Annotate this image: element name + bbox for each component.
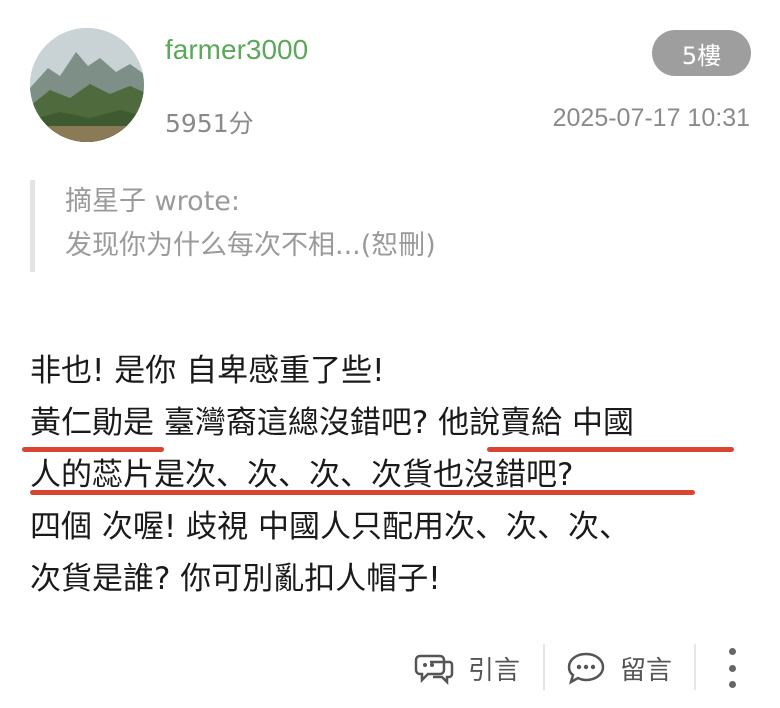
content-line: 黃仁勛是 臺灣裔這總沒錯吧? 他說賣給 中國 xyxy=(30,405,635,441)
reply-button[interactable]: 留言 xyxy=(566,640,672,696)
post-content: 非也! 是你 自卑感重了些! 黃仁勛是 臺灣裔這總沒錯吧? 他說賣給 中國 人的… xyxy=(30,345,755,605)
quote-label: 引言 xyxy=(468,655,521,686)
highlight-underline xyxy=(30,490,695,495)
reply-label: 留言 xyxy=(620,655,673,686)
floor-badge: 5樓 xyxy=(652,30,751,76)
highlight-underline xyxy=(22,447,164,452)
post-action-bar: 引言 留言 xyxy=(0,640,780,696)
comment-bubble-icon xyxy=(567,652,605,685)
user-score: 5951分 xyxy=(165,109,254,138)
more-vertical-icon[interactable] xyxy=(722,648,742,688)
content-line: 四個 次喔! 歧視 中國人只配用次、次、次、 xyxy=(30,509,630,545)
quote-button[interactable]: 引言 xyxy=(414,640,520,696)
quote-bubble-icon xyxy=(414,654,454,686)
highlight-underline xyxy=(487,447,734,452)
content-line: 非也! 是你 自卑感重了些! xyxy=(30,353,385,389)
post-avatar[interactable] xyxy=(30,28,144,142)
action-divider xyxy=(543,644,545,690)
action-divider xyxy=(694,644,696,690)
post-username[interactable]: farmer3000 xyxy=(165,34,308,66)
quoted-reply[interactable]: 摘星子 wrote: 发现你为什么每次不相...(恕刪) xyxy=(30,180,630,272)
content-line: 次貨是誰? 你可別亂扣人帽子! xyxy=(30,561,441,597)
avatar-landscape-image xyxy=(30,28,144,142)
quote-author: 摘星子 wrote: xyxy=(65,186,240,217)
post-timestamp: 2025-07-17 10:31 xyxy=(552,104,750,132)
quote-text: 发现你为什么每次不相...(恕刪) xyxy=(65,230,436,261)
